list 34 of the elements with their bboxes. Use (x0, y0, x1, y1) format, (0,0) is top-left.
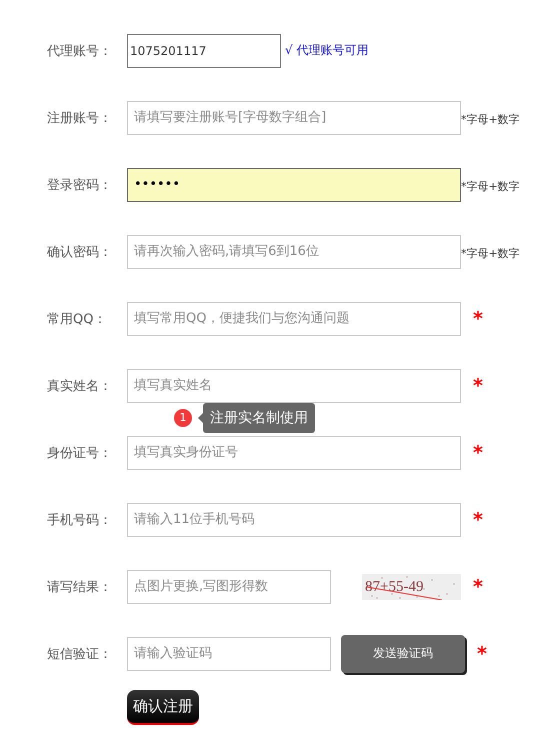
input-field[interactable]: 请输入11位手机号码 (127, 502, 461, 536)
field-label: 注册账号： (47, 110, 113, 126)
status-message: √ 代理账号可用 (285, 42, 368, 59)
input-field[interactable]: 请输入验证码 (127, 636, 331, 670)
answer-field[interactable]: 点图片更换,写图形得数 (127, 570, 331, 604)
send-code-button[interactable]: 发送验证码 (341, 634, 465, 672)
tooltip: 注册实名制使用 (203, 402, 315, 432)
field-label: 代理账号： (47, 42, 113, 60)
required-mark: * (473, 374, 483, 396)
required-mark: * (473, 308, 483, 330)
input-field[interactable]: 填写常用QQ，便捷我们与您沟通问题 (127, 302, 461, 336)
field-label: 手机号码： (47, 512, 113, 528)
register-button[interactable]: 确认注册 (127, 690, 199, 725)
input-field[interactable]: 填写真实姓名 (127, 368, 461, 402)
required-mark: * (473, 508, 483, 530)
field-label: 真实姓名： (47, 378, 113, 394)
field-label: 短信验证： (47, 646, 113, 662)
field-label: 登录密码： (47, 176, 113, 194)
input-field[interactable]: 1075201117 (127, 34, 281, 68)
required-mark: * (473, 442, 483, 464)
field-label: 确认密码： (47, 244, 113, 260)
required-mark: * (477, 642, 487, 664)
field-label: 请写结果： (47, 578, 113, 596)
count-badge: 1 (174, 408, 192, 426)
hint-text: *字母+数字 (461, 112, 520, 127)
field-label: 身份证号： (47, 444, 113, 462)
required-mark: * (473, 576, 483, 598)
input-field[interactable]: 填写真实身份证号 (127, 436, 461, 470)
input-field[interactable]: 请填写要注册账号[字母数字组合] (127, 100, 461, 134)
field-label: 常用QQ： (47, 310, 108, 328)
hint-text: *字母+数字 (461, 179, 520, 194)
hint-text: *字母+数字 (461, 246, 520, 261)
input-field[interactable]: 请再次输入密码,请填写6到16位 (127, 234, 461, 268)
input-field[interactable]: •••••• (127, 168, 461, 202)
